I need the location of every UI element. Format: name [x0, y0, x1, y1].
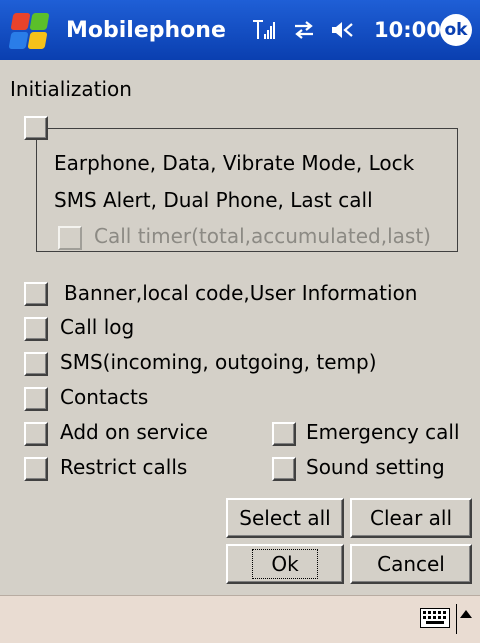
- clock[interactable]: 10:00: [374, 18, 441, 42]
- restrict-calls-checkbox[interactable]: [24, 457, 48, 481]
- contacts-label: Contacts: [60, 385, 149, 409]
- emergency-call-checkbox[interactable]: [272, 422, 296, 446]
- initialization-checkbox[interactable]: [24, 116, 48, 140]
- restrict-calls-label: Restrict calls: [60, 455, 188, 479]
- sound-setting-checkbox[interactable]: [272, 457, 296, 481]
- windows-start-icon[interactable]: [6, 8, 50, 52]
- input-menu-arrow-icon[interactable]: [460, 610, 472, 618]
- select-all-label: Select all: [239, 506, 331, 530]
- sms-label: SMS(incoming, outgoing, temp): [60, 350, 377, 374]
- sms-checkbox[interactable]: [24, 352, 48, 376]
- add-on-service-checkbox[interactable]: [24, 422, 48, 446]
- emergency-call-label: Emergency call: [306, 420, 460, 444]
- init-items-line1: Earphone, Data, Vibrate Mode, Lock: [54, 151, 415, 175]
- init-items-line2: SMS Alert, Dual Phone, Last call: [54, 188, 373, 212]
- clear-all-label: Clear all: [369, 506, 453, 530]
- title-bar: Mobilephone 10:00 ok: [0, 0, 480, 60]
- signal-icon[interactable]: [252, 17, 278, 43]
- call-timer-checkbox[interactable]: [58, 226, 82, 250]
- call-log-checkbox[interactable]: [24, 317, 48, 341]
- keyboard-icon[interactable]: [420, 608, 450, 632]
- contacts-checkbox[interactable]: [24, 387, 48, 411]
- add-on-service-label: Add on service: [60, 420, 208, 444]
- banner-checkbox[interactable]: [24, 282, 48, 306]
- cancel-label: Cancel: [377, 552, 445, 576]
- call-log-label: Call log: [60, 315, 135, 339]
- section-title-initialization: Initialization: [10, 77, 132, 101]
- app-title: Mobilephone: [66, 17, 226, 43]
- speaker-icon[interactable]: [330, 18, 356, 42]
- clear-all-button[interactable]: Clear all: [350, 498, 472, 538]
- call-timer-label: Call timer(total,accumulated,last): [94, 224, 431, 248]
- ok-close-button[interactable]: ok: [440, 14, 472, 46]
- connectivity-icon[interactable]: [292, 18, 316, 42]
- ok-label: Ok: [252, 549, 318, 579]
- sound-setting-label: Sound setting: [306, 455, 445, 479]
- bottom-bar-divider: [456, 604, 457, 634]
- cancel-button[interactable]: Cancel: [350, 544, 472, 584]
- bottom-menu-bar: [0, 595, 480, 643]
- select-all-button[interactable]: Select all: [226, 498, 344, 538]
- banner-label: Banner,local code,User Information: [64, 281, 418, 305]
- ok-button[interactable]: Ok: [226, 544, 344, 584]
